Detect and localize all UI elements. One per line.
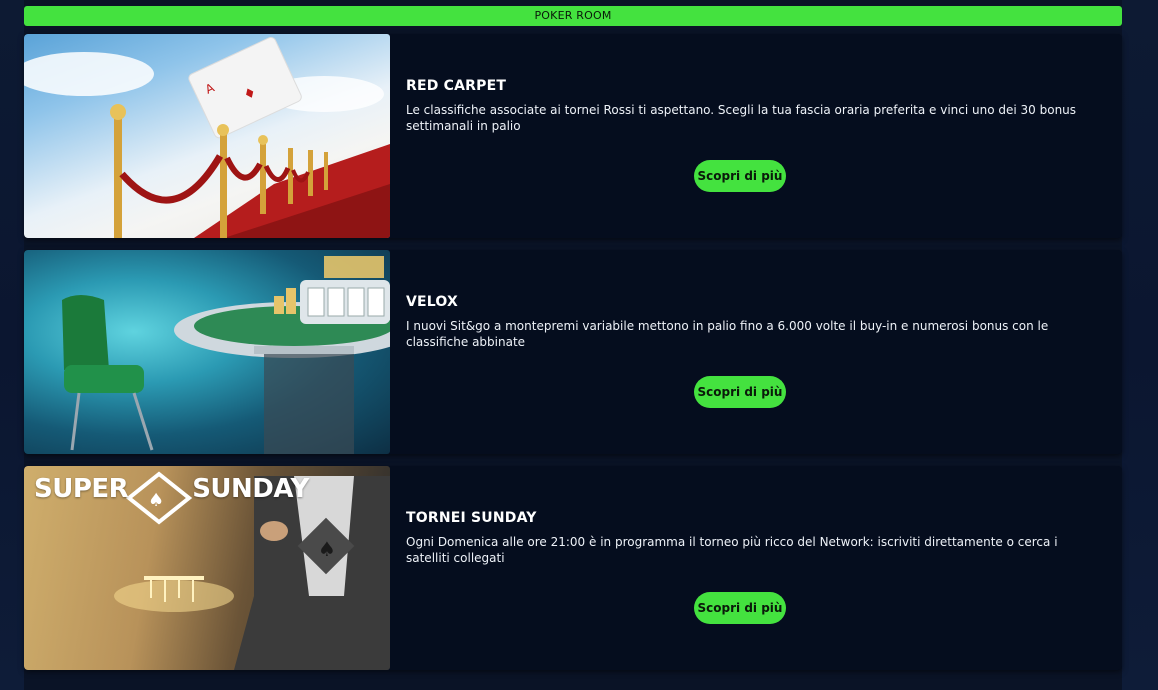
card-title: TORNEI SUNDAY	[406, 510, 537, 526]
svg-text:♠: ♠	[318, 537, 336, 561]
card-title: RED CARPET	[406, 78, 507, 94]
discover-more-button[interactable]: Scopri di più	[694, 160, 786, 192]
page-right-edge	[1122, 0, 1158, 690]
promo-card-velox: VELOX I nuovi Sit&go a montepremi variab…	[24, 250, 1122, 454]
super-sunday-logo: SUPER SUNDAY	[34, 474, 309, 504]
red-carpet-illustration: A ♦	[24, 36, 390, 238]
page-left-edge	[0, 0, 24, 690]
red-carpet-content: RED CARPET Le classifiche associate ai t…	[390, 34, 1122, 238]
promo-list: A ♦ RED CARPET Le classifiche associate …	[24, 34, 1122, 670]
card-description: Ogni Domenica alle ore 21:00 è in progra…	[406, 535, 1058, 565]
card-description: Le classifiche associate ai tornei Rossi…	[406, 103, 1077, 133]
card-description: I nuovi Sit&go a montepremi variabile me…	[406, 319, 1049, 349]
card-title: VELOX	[406, 294, 459, 310]
discover-more-button[interactable]: Scopri di più	[694, 376, 786, 408]
tornei-sunday-content: TORNEI SUNDAY Ogni Domenica alle ore 21:…	[390, 466, 1122, 670]
section-title: POKER ROOM	[24, 6, 1122, 26]
discover-more-button[interactable]: Scopri di più	[694, 592, 786, 624]
velox-image[interactable]	[24, 250, 390, 454]
velox-illustration	[62, 256, 390, 454]
promotions-section: POKER ROOM A ♦ RED CARPET Le classifiche…	[24, 6, 1122, 682]
promo-card-tornei-sunday: ♠ ♠ SUPER SUNDAY TORNEI SUNDAY Ogni Domen…	[24, 466, 1122, 670]
velox-content: VELOX I nuovi Sit&go a montepremi variab…	[390, 250, 1122, 454]
red-carpet-image[interactable]: A ♦	[24, 34, 390, 238]
promo-card-red-carpet: A ♦ RED CARPET Le classifiche associate …	[24, 34, 1122, 238]
super-sunday-image[interactable]: ♠ ♠ SUPER SUNDAY	[24, 466, 390, 670]
